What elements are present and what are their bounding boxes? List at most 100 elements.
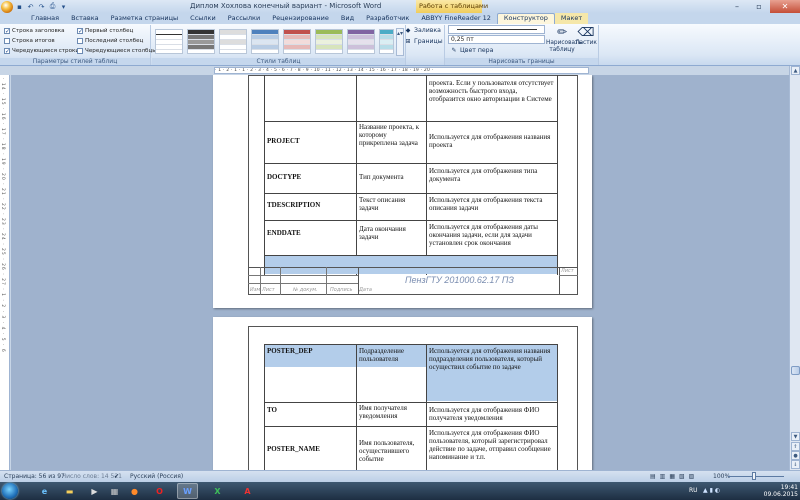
spelling-icon[interactable]: ✔: [114, 473, 119, 480]
tab-view[interactable]: Вид: [335, 13, 360, 24]
page-count[interactable]: Страница: 56 из 97: [4, 473, 65, 480]
document-page[interactable]: проекта. Если у пользователя отсутствует…: [213, 75, 592, 308]
option-header-row[interactable]: ✓ Строка заголовка: [4, 28, 65, 35]
table-style-thumb[interactable]: [251, 29, 279, 54]
table-style-thumb[interactable]: [187, 29, 215, 54]
line-style-dropdown[interactable]: [448, 25, 545, 34]
scroll-thumb[interactable]: [791, 366, 800, 375]
maximize-button[interactable]: ▫: [748, 0, 770, 13]
scroll-up-button[interactable]: ▲: [791, 66, 800, 75]
table-cell[interactable]: Используется для отображения ФИО пользов…: [427, 427, 557, 463]
table-cell[interactable]: Используется для отображения ФИО получат…: [427, 404, 557, 424]
table-cell[interactable]: Используется для отображения текста опис…: [427, 194, 557, 214]
table-cell[interactable]: TO: [265, 404, 356, 416]
option-banded-columns[interactable]: Чередующиеся столбцы: [77, 48, 157, 54]
table-cell[interactable]: POSTER_DEP: [265, 345, 356, 357]
checkbox-banded-columns[interactable]: [77, 48, 83, 54]
previous-page-button[interactable]: ⇑: [791, 442, 800, 451]
calculator-icon[interactable]: ▦: [104, 483, 125, 499]
word-icon[interactable]: W: [177, 483, 198, 499]
table-cell[interactable]: Используется для отображения названия по…: [427, 345, 557, 373]
table-cell[interactable]: Название проекта, к которому прикреплена…: [357, 121, 426, 163]
horizontal-ruler[interactable]: · 1 · 2 · 1 · 1 · 2 · 3 · 4 · 5 · 6 · 7 …: [0, 66, 800, 75]
table-cell[interactable]: POSTER_NAME: [265, 443, 356, 455]
table-cell[interactable]: Дата окончания задачи: [357, 223, 426, 243]
start-button[interactable]: [2, 483, 18, 499]
tab-table-design[interactable]: Конструктор: [496, 13, 555, 24]
input-language[interactable]: RU: [689, 487, 698, 494]
pen-color-button[interactable]: ✎ Цвет пера: [450, 47, 493, 54]
gallery-more-button[interactable]: ▴▾: [396, 28, 404, 56]
tab-developer[interactable]: Разработчик: [360, 13, 415, 24]
checkbox-first-column[interactable]: ✓: [77, 28, 83, 35]
excel-icon[interactable]: X: [207, 483, 228, 499]
table-cell[interactable]: Подразделение пользователя: [357, 345, 426, 365]
table-cell[interactable]: DOCTYPE: [265, 171, 356, 183]
table-cell[interactable]: TDESCRIPTION: [265, 199, 356, 211]
tray-icons[interactable]: ▲▮◐: [703, 487, 722, 494]
minimize-button[interactable]: –: [726, 0, 748, 13]
document-page[interactable]: POSTER_DEP Подразделение пользователя Ис…: [213, 317, 592, 470]
option-banded-rows[interactable]: ✓ Чередующиеся строки: [4, 48, 79, 55]
document-area[interactable]: проекта. Если у пользователя отсутствует…: [11, 75, 789, 470]
checkbox-header-row[interactable]: ✓: [4, 28, 10, 35]
table-cell[interactable]: PROJECT: [265, 135, 356, 147]
table-style-thumb[interactable]: [347, 29, 375, 54]
zoom-slider[interactable]: [728, 476, 784, 477]
media-icon[interactable]: ▶: [84, 483, 105, 499]
eraser-button[interactable]: ⌫ Ластик: [573, 26, 599, 57]
firefox-icon[interactable]: ●: [124, 483, 145, 499]
vertical-scrollbar[interactable]: ▲ ▼ ⇑ ● ⇓: [789, 66, 800, 470]
tab-home[interactable]: Главная: [25, 13, 65, 24]
tab-review[interactable]: Рецензирование: [266, 13, 335, 24]
table-cell[interactable]: Используется для отображения типа докуме…: [427, 165, 557, 185]
view-buttons-icon[interactable]: ▤▥▦▧▨: [650, 473, 698, 480]
table-style-thumb[interactable]: [315, 29, 343, 54]
tab-insert[interactable]: Вставка: [65, 13, 105, 24]
tab-page-layout[interactable]: Разметка страницы: [105, 13, 185, 24]
checkbox-last-column[interactable]: [77, 38, 83, 44]
save-icon[interactable]: ▪: [15, 2, 24, 11]
checkbox-banded-rows[interactable]: ✓: [4, 48, 10, 55]
tab-table-layout[interactable]: Макет: [554, 13, 589, 24]
line-weight-dropdown[interactable]: 0,25 пт: [448, 35, 545, 44]
explorer-icon[interactable]: ▬: [59, 483, 80, 499]
checkbox-total-row[interactable]: [4, 38, 10, 44]
tab-mailings[interactable]: Рассылки: [222, 13, 267, 24]
table-style-thumb[interactable]: [219, 29, 247, 54]
acrobat-icon[interactable]: A: [237, 483, 258, 499]
table-cell[interactable]: Имя получателя уведомления: [357, 402, 426, 422]
tab-abbyy[interactable]: ABBYY FineReader 12: [415, 13, 497, 24]
clock[interactable]: 19:41 09.06.2015: [764, 484, 798, 498]
table-cell[interactable]: ENDDATE: [265, 227, 356, 239]
office-button[interactable]: [1, 0, 13, 13]
ie-icon[interactable]: e: [34, 483, 55, 499]
option-total-row[interactable]: Строка итогов: [4, 38, 55, 44]
table-cell[interactable]: проекта. Если у пользователя отсутствует…: [427, 77, 557, 121]
option-last-column[interactable]: Последний столбец: [77, 38, 143, 44]
browse-object-button[interactable]: ●: [791, 451, 800, 460]
redo-icon[interactable]: ↷: [37, 2, 46, 11]
table-style-thumb[interactable]: [155, 29, 183, 54]
customize-qat-icon[interactable]: ▾: [59, 2, 68, 11]
undo-icon[interactable]: ↶: [26, 2, 35, 11]
language-indicator[interactable]: Русский (Россия): [130, 473, 183, 480]
vertical-ruler[interactable]: · 14 · 15 · 16 · 17 · 18 · 19 · 20 · 21 …: [0, 75, 10, 470]
option-first-column[interactable]: ✓ Первый столбец: [77, 28, 133, 35]
table-cell[interactable]: Текст описания задачи: [357, 194, 426, 214]
print-icon[interactable]: ⎙: [48, 2, 57, 11]
zoom-slider-knob[interactable]: [752, 472, 756, 480]
table-cell[interactable]: Используется для отображения названия пр…: [427, 131, 557, 151]
selected-row[interactable]: [265, 256, 557, 274]
next-page-button[interactable]: ⇓: [791, 460, 800, 469]
table-cell[interactable]: Тип документа: [357, 171, 426, 183]
opera-icon[interactable]: O: [149, 483, 170, 499]
word-count[interactable]: Число слов: 14 521: [62, 473, 122, 480]
tab-references[interactable]: Ссылки: [184, 13, 222, 24]
close-button[interactable]: ✕: [770, 0, 800, 13]
shading-button[interactable]: ◆ Заливка: [404, 27, 441, 34]
table-style-thumb[interactable]: [283, 29, 311, 54]
table-cell[interactable]: Используется для отображения даты оконча…: [427, 221, 557, 249]
borders-button[interactable]: ⊞ Границы: [404, 38, 442, 45]
table-style-thumb[interactable]: [379, 29, 394, 54]
